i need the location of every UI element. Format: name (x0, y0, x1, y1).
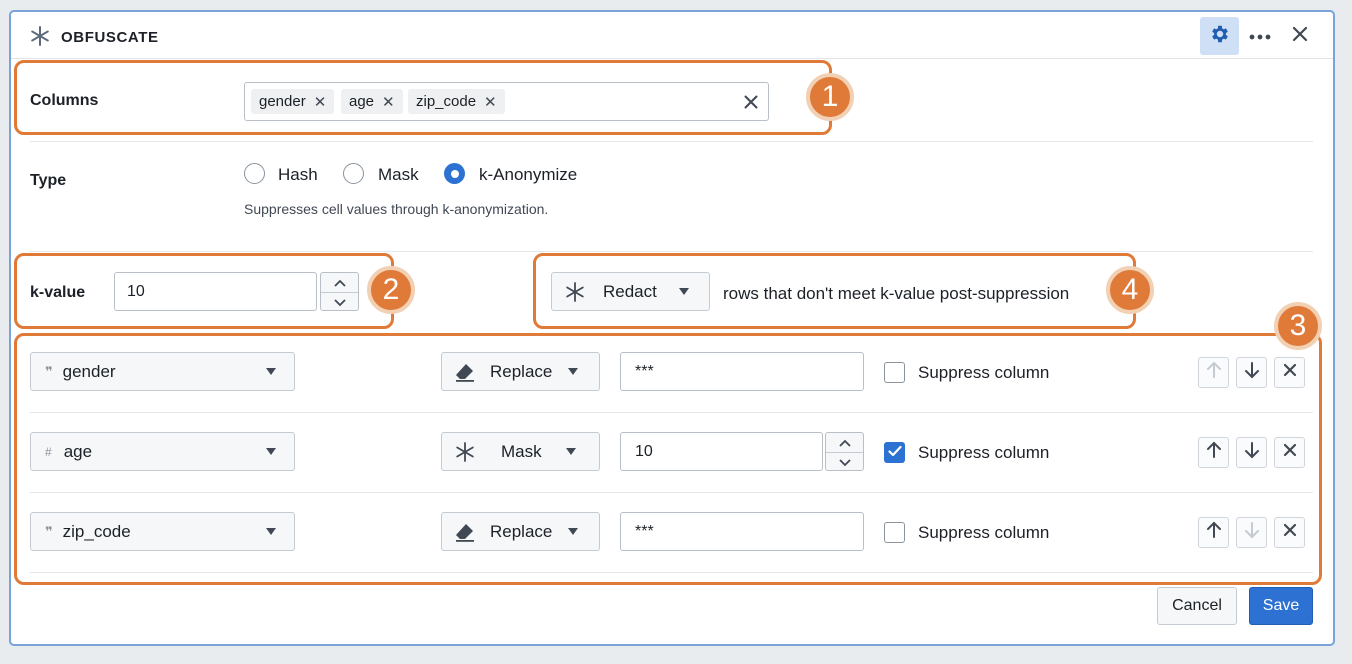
header-divider (11, 58, 1333, 59)
panel-title: OBFUSCATE (61, 29, 159, 46)
close-button[interactable] (1285, 20, 1315, 52)
more-button[interactable] (1245, 20, 1275, 52)
radio-k-anonymize-label: k-Anonymize (479, 165, 578, 184)
annotation-badge-1: 1 (806, 73, 854, 121)
asterisk-icon (29, 25, 51, 47)
close-icon (1292, 26, 1308, 47)
radio-hash-label: Hash (278, 165, 318, 184)
gear-icon (1209, 23, 1231, 50)
annotation-box-1 (14, 60, 832, 135)
annotation-badge-4: 4 (1106, 266, 1154, 314)
type-helper-text: Suppresses cell values through k-anonymi… (244, 201, 549, 217)
annotation-badge-3: 3 (1274, 302, 1322, 350)
settings-button[interactable] (1200, 17, 1239, 55)
annotation-badge-2: 2 (367, 266, 415, 314)
radio-mask-label: Mask (378, 165, 419, 184)
cancel-button[interactable]: Cancel (1157, 587, 1237, 625)
radio-k-anonymize[interactable] (444, 163, 465, 184)
divider (30, 141, 1313, 142)
annotation-box-4 (533, 253, 1136, 329)
save-button[interactable]: Save (1249, 587, 1313, 625)
divider (30, 251, 1313, 252)
radio-mask[interactable] (343, 163, 364, 184)
type-label: Type (30, 172, 67, 189)
radio-hash[interactable] (244, 163, 265, 184)
annotation-box-3 (14, 333, 1322, 585)
more-icon (1249, 27, 1271, 45)
annotation-box-2 (14, 253, 394, 329)
